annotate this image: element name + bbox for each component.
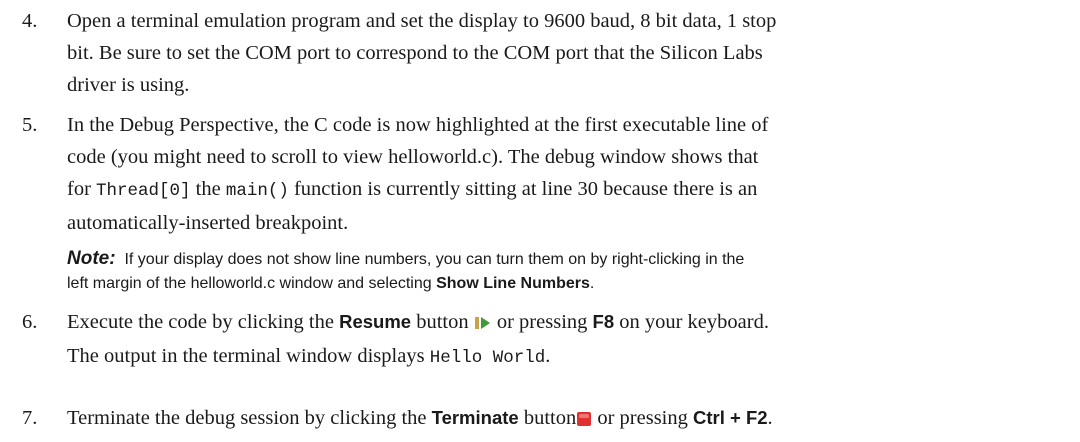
step-line: driver is using.	[67, 74, 190, 96]
step-line: automatically-inserted breakpoint.	[67, 212, 349, 234]
note-block: Note: If your display does not show line…	[67, 247, 1067, 296]
note-text: If your display does not show line numbe…	[124, 251, 745, 268]
step-6-continuation: The output in the terminal window displa…	[67, 340, 550, 374]
step-line: bit. Be sure to set the COM port to corr…	[67, 42, 763, 64]
step-text: Terminate the debug session by clicking …	[67, 402, 1072, 437]
text-run: for	[67, 178, 97, 200]
text-run: the	[190, 178, 226, 200]
text-run: function is currently sitting at line 30…	[288, 178, 758, 200]
note-bold: Show Line Numbers	[436, 275, 590, 292]
step-line: In the Debug Perspective, the C code is …	[67, 114, 769, 136]
text-run: or pressing	[592, 407, 693, 429]
text-run: .	[767, 407, 773, 429]
step-6: 6. Execute the code by clicking the Resu…	[22, 306, 1072, 341]
resume-icon	[474, 309, 492, 341]
text-run: The output in the terminal window displa…	[67, 345, 430, 367]
note-line: Note: If your display does not show line…	[67, 247, 1067, 272]
f8-key: F8	[592, 311, 615, 332]
step-number: 6.	[22, 311, 38, 333]
note-label: Note:	[67, 248, 116, 269]
note-line: left margin of the helloworld.c window a…	[67, 272, 1067, 296]
text-run: button	[518, 407, 577, 429]
terminate-label: Terminate	[431, 407, 519, 428]
step-line: Execute the code by clicking the Resume …	[67, 306, 1072, 341]
code-main: main()	[225, 181, 289, 201]
text-run: or pressing	[491, 311, 593, 333]
step-7: 7. Terminate the debug session by clicki…	[22, 402, 1072, 437]
step-number: 7.	[22, 407, 38, 429]
resume-label: Resume	[339, 311, 412, 332]
terminate-icon	[576, 405, 592, 437]
text-run: .	[545, 345, 551, 367]
step-line: Open a terminal emulation program and se…	[67, 10, 777, 32]
code-thread: Thread[0]	[96, 181, 191, 201]
code-output: Hello World	[429, 348, 546, 368]
step-line: for Thread[0] the main() function is cur…	[67, 173, 1072, 207]
step-text: Open a terminal emulation program and se…	[67, 5, 1072, 101]
step-text: Execute the code by clicking the Resume …	[67, 306, 1072, 341]
step-number: 4.	[22, 10, 38, 32]
step-5: 5. In the Debug Perspective, the C code …	[22, 109, 1072, 239]
step-text: In the Debug Perspective, the C code is …	[67, 109, 1072, 239]
text-run: button	[411, 311, 474, 333]
step-number: 5.	[22, 114, 38, 136]
step-line: code (you might need to scroll to view h…	[67, 146, 759, 168]
step-line: Terminate the debug session by clicking …	[67, 402, 1072, 437]
note-text: .	[589, 275, 595, 292]
note-text: left margin of the helloworld.c window a…	[67, 275, 437, 292]
text-run: Execute the code by clicking the	[67, 311, 340, 333]
ctrl-f2-key: Ctrl + F2	[693, 407, 768, 428]
step-4: 4. Open a terminal emulation program and…	[22, 5, 1072, 101]
text-run: on your keyboard.	[614, 311, 769, 333]
text-run: Terminate the debug session by clicking …	[67, 407, 432, 429]
